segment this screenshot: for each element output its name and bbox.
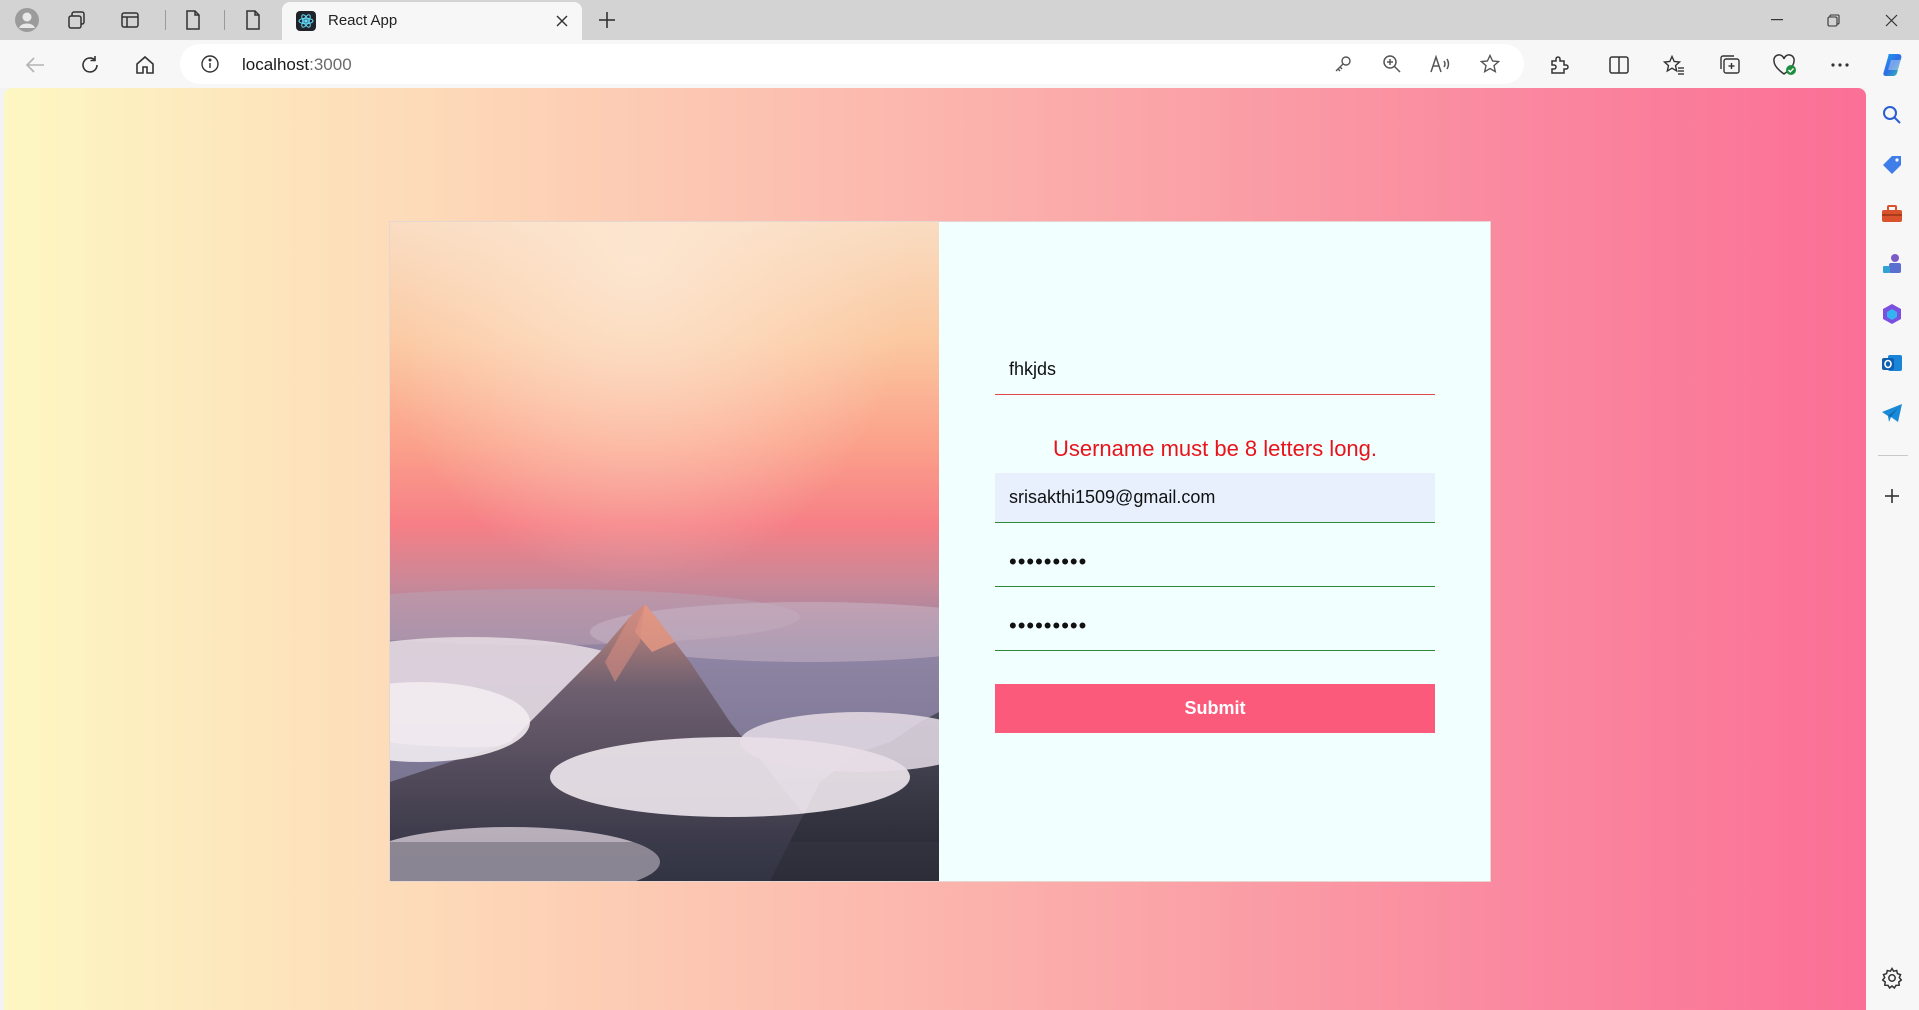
games-icon[interactable] — [1878, 250, 1906, 278]
browser-toolbar: localhost:3000 — [0, 40, 1919, 116]
submit-button[interactable]: Submit — [995, 684, 1435, 733]
restore-icon[interactable] — [1818, 8, 1848, 32]
username-error-message: Username must be 8 letters long. — [1052, 436, 1378, 461]
key-icon[interactable] — [1330, 52, 1356, 76]
new-tab-icon[interactable] — [594, 8, 620, 32]
favorites-icon[interactable] — [1660, 52, 1688, 78]
favorite-icon[interactable] — [1477, 52, 1503, 76]
read-aloud-icon[interactable] — [1428, 52, 1454, 76]
close-tab-icon[interactable] — [552, 11, 572, 31]
split-screen-icon[interactable] — [1605, 52, 1633, 78]
search-icon[interactable] — [1878, 101, 1906, 129]
page-viewport: Username must be 8 letters long. Submit — [4, 88, 1866, 1010]
home-icon[interactable] — [130, 52, 160, 78]
collections-icon[interactable] — [1716, 52, 1744, 78]
tools-icon[interactable] — [1878, 200, 1906, 228]
extensions-icon[interactable] — [1545, 52, 1573, 78]
workspaces-icon[interactable] — [64, 8, 90, 32]
username-input[interactable] — [995, 345, 1435, 395]
tab-separator — [165, 10, 166, 30]
minimize-icon[interactable] — [1762, 8, 1792, 32]
tab-actions-icon[interactable] — [117, 8, 143, 32]
tab-title: React App — [328, 12, 398, 29]
back-icon[interactable] — [20, 52, 50, 78]
copilot-icon[interactable] — [1877, 50, 1909, 80]
address-host: localhost — [242, 55, 310, 74]
shopping-icon[interactable] — [1878, 151, 1906, 179]
mountain-image — [390, 222, 939, 881]
password-input[interactable] — [995, 537, 1435, 587]
email-input[interactable] — [995, 473, 1435, 523]
close-window-icon[interactable] — [1876, 8, 1906, 32]
signup-card: Username must be 8 letters long. Submit — [389, 221, 1491, 882]
browser-sidebar — [1866, 88, 1919, 1010]
address-text: localhost:3000 — [242, 55, 352, 75]
settings-icon[interactable] — [1878, 964, 1906, 992]
info-icon[interactable] — [200, 54, 220, 74]
profile-icon[interactable] — [12, 6, 42, 34]
browser-essentials-icon[interactable] — [1771, 52, 1799, 78]
zoom-icon[interactable] — [1379, 52, 1405, 76]
refresh-icon[interactable] — [75, 52, 105, 78]
microsoft-365-icon[interactable] — [1878, 300, 1906, 328]
document-icon[interactable] — [240, 8, 266, 32]
add-icon[interactable] — [1878, 482, 1906, 510]
outlook-icon[interactable] — [1878, 349, 1906, 377]
signup-form: Username must be 8 letters long. Submit — [995, 222, 1435, 881]
react-logo-icon — [296, 11, 316, 31]
address-port: :3000 — [309, 55, 352, 74]
confirm-password-input[interactable] — [995, 601, 1435, 651]
address-bar[interactable]: localhost:3000 — [180, 44, 1524, 84]
more-icon[interactable] — [1826, 52, 1854, 78]
sidebar-divider — [1878, 455, 1908, 456]
active-tab[interactable]: React App — [282, 2, 582, 40]
tab-separator — [224, 10, 225, 30]
telegram-icon[interactable] — [1878, 399, 1906, 427]
document-icon[interactable] — [180, 8, 206, 32]
tab-bar: React App — [0, 0, 1919, 40]
